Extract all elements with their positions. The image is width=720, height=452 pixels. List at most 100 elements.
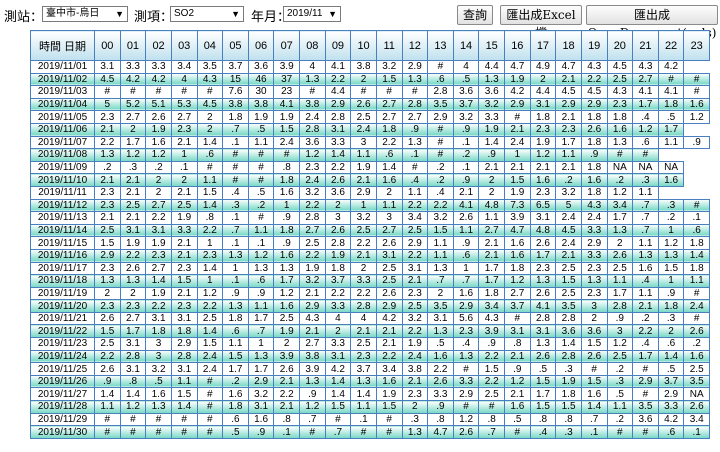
value-cell: 1.4 xyxy=(196,324,224,339)
value-cell: 1.9 xyxy=(401,337,429,351)
value-cell: .9 xyxy=(580,148,608,162)
value-cell: 1.6 xyxy=(273,248,300,263)
value-cell: 1.3 xyxy=(247,349,275,364)
value-cell: 2.2 xyxy=(145,299,172,313)
value-cell: 1.3 xyxy=(401,135,429,150)
month-select[interactable]: 2019/11 ▼ xyxy=(283,6,341,22)
value-cell: 1.2 xyxy=(273,286,300,301)
value-cell: 1.3 xyxy=(401,425,429,439)
value-cell: .1 xyxy=(222,211,249,225)
value-cell: 2.5 xyxy=(299,236,326,250)
value-cell: 4.1 xyxy=(273,97,300,112)
value-cell: 1.5 xyxy=(324,400,352,414)
value-cell: 1.2 xyxy=(606,185,634,200)
date-cell: 2019/11/23 xyxy=(30,337,95,351)
value-cell: 2.5 xyxy=(478,387,505,402)
value-cell: 2.1 xyxy=(632,299,659,313)
value-cell: 2.1 xyxy=(350,324,377,339)
value-cell: 1.8 xyxy=(580,185,608,200)
query-button[interactable]: 查詢 xyxy=(457,5,493,25)
value-cell: 1.5 xyxy=(580,337,608,351)
value-cell: .9 xyxy=(247,425,275,439)
value-cell: .6 xyxy=(375,148,403,162)
date-cell: 2019/11/12 xyxy=(30,198,95,213)
value-cell: .3 xyxy=(222,198,249,213)
value-cell: .4 xyxy=(632,274,659,288)
value-cell: 1.8 xyxy=(222,311,249,326)
value-cell: 2.1 xyxy=(375,324,403,339)
value-cell: 2.9 xyxy=(299,299,326,313)
value-cell: 2.6 xyxy=(529,349,557,364)
value-cell: 1.3 xyxy=(273,261,300,276)
value-cell: .2 xyxy=(606,362,634,376)
export-ods-button[interactable]: 匯出成OpenDocument(.ods)檔 xyxy=(586,5,718,58)
item-select-value: SO2 xyxy=(174,8,195,19)
value-cell: 2.3 xyxy=(94,110,121,124)
value-cell: 2.9 xyxy=(504,97,531,112)
value-cell: 3.3 xyxy=(478,110,505,124)
hour-header: 18 xyxy=(555,30,582,61)
value-cell: # xyxy=(299,85,326,99)
value-cell: 1.2 xyxy=(299,400,326,414)
value-cell: 1.5 xyxy=(94,236,121,250)
value-cell: 3.2 xyxy=(427,211,454,225)
value-cell: .1 xyxy=(350,412,377,427)
value-cell: 2.5 xyxy=(606,261,634,276)
value-cell: 2.6 xyxy=(375,286,403,301)
date-cell: 2019/11/22 xyxy=(30,324,95,339)
value-cell: 4.7 xyxy=(504,223,531,238)
value-cell: 3.8 xyxy=(299,97,326,112)
value-cell: # xyxy=(222,148,249,162)
table-row: 2019/11/13 2.1 2.1 2.2 1.9.8.1 # .9 2.8 3 3.2 3 3.4… xyxy=(30,211,710,225)
value-cell: 1.6 xyxy=(580,173,608,187)
value-cell: 1.5 xyxy=(196,337,224,351)
value-cell: 2.7 xyxy=(145,261,172,276)
value-cell: 2.7 xyxy=(375,110,403,124)
value-cell: 4.9 xyxy=(529,60,557,74)
date-cell: 2019/11/29 xyxy=(30,412,95,427)
date-cell: 2019/11/17 xyxy=(30,261,95,276)
value-cell: # xyxy=(196,400,224,414)
date-cell: 2019/11/11 xyxy=(30,185,95,200)
value-cell: 3.3 xyxy=(324,135,352,150)
date-cell: 2019/11/07 xyxy=(30,135,95,150)
value-cell: .7 xyxy=(478,425,505,439)
item-select[interactable]: SO2 ▼ xyxy=(170,6,244,22)
value-cell: 1.9 xyxy=(555,374,582,389)
value-cell: 1.3 xyxy=(452,349,480,364)
value-cell: 1.3 xyxy=(529,337,557,351)
value-cell: 1.3 xyxy=(299,374,326,389)
value-cell: 1 xyxy=(196,274,224,288)
value-cell: 2.1 xyxy=(273,400,300,414)
value-cell: 3.3 xyxy=(145,60,172,74)
value-cell: .1 xyxy=(247,236,275,250)
chevron-down-icon: ▼ xyxy=(231,9,240,19)
value-cell: # xyxy=(119,425,147,439)
value-cell: 2.5 xyxy=(350,337,377,351)
station-select[interactable]: 臺中市-烏日 ▼ xyxy=(42,6,128,22)
value-cell: 4.1 xyxy=(657,85,685,99)
value-cell: 1.4 xyxy=(580,400,608,414)
value-cell: 3.1 xyxy=(504,324,531,339)
value-cell: 1.7 xyxy=(119,324,147,339)
value-cell: 3 xyxy=(145,337,172,351)
table-body: 2019/11/01 3.1 3.3 3.3 3.4 3.5 3.7 3.6 3.9 4 4.1 3.… xyxy=(30,60,710,439)
value-cell: 1.5 xyxy=(555,274,582,288)
value-cell: .1 xyxy=(222,135,249,150)
value-cell: 3.7 xyxy=(657,374,685,389)
value-cell: 2 xyxy=(427,286,454,301)
value-cell: 1.6 xyxy=(247,412,275,427)
value-cell: 3.1 xyxy=(170,362,198,376)
value-cell: 1.5 xyxy=(375,72,403,87)
value-cell: .9 xyxy=(273,236,300,250)
value-cell: 2.2 xyxy=(196,223,224,238)
value-cell: 1.1 xyxy=(683,274,710,288)
value-cell: 3.3 xyxy=(427,387,454,402)
value-cell: # xyxy=(145,425,172,439)
date-cell: 2019/11/10 xyxy=(30,173,95,187)
export-excel-button[interactable]: 匯出成Excel檔 xyxy=(500,5,582,40)
value-cell: 2.3 xyxy=(94,185,121,200)
value-cell: 5.6 xyxy=(452,311,480,326)
value-cell: 2.4 xyxy=(401,349,429,364)
value-cell: 2.4 xyxy=(196,349,224,364)
